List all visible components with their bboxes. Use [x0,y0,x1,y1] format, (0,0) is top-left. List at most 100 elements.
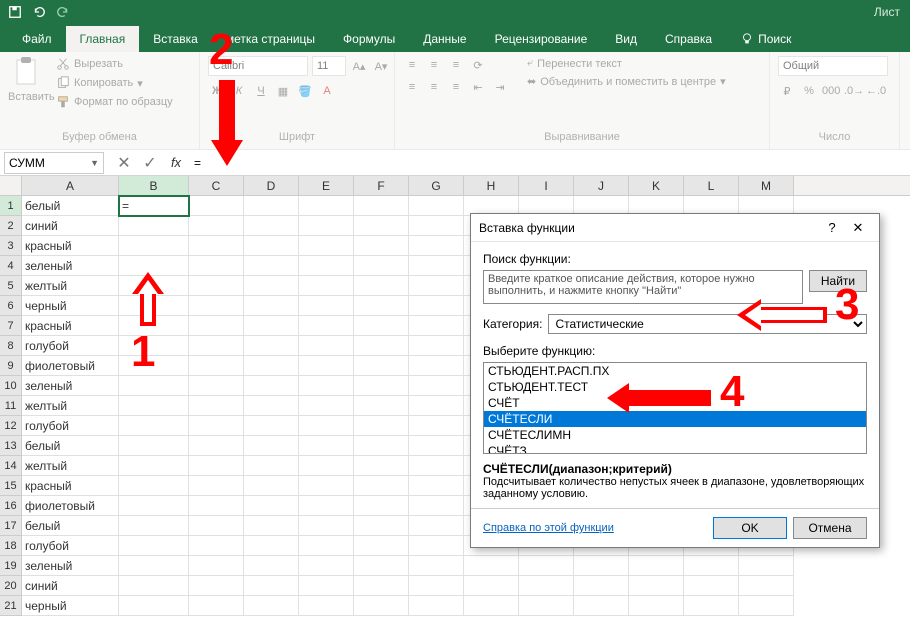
cell[interactable] [244,256,299,276]
column-header[interactable]: J [574,176,629,195]
cell[interactable] [299,436,354,456]
cell[interactable] [354,576,409,596]
cell[interactable] [409,476,464,496]
column-header[interactable]: E [299,176,354,195]
cell[interactable] [189,596,244,616]
tab-pagelayout[interactable]: метка страницы [212,26,329,52]
decrease-font-button[interactable]: A▾ [372,57,390,75]
percent-button[interactable]: % [800,82,818,100]
cell[interactable] [409,236,464,256]
row-header[interactable]: 4 [0,256,22,276]
cell[interactable] [244,216,299,236]
tab-view[interactable]: Вид [601,26,651,52]
cell[interactable] [119,556,189,576]
row-header[interactable]: 11 [0,396,22,416]
cell[interactable] [409,576,464,596]
cell[interactable] [119,516,189,536]
align-center-button[interactable]: ≡ [425,78,443,96]
cell[interactable] [409,556,464,576]
cell[interactable] [684,576,739,596]
cell[interactable] [739,556,794,576]
cell[interactable] [354,476,409,496]
cell[interactable] [244,336,299,356]
function-list[interactable]: СТЬЮДЕНТ.РАСП.ПХСТЬЮДЕНТ.ТЕСТСЧЁТСЧЁТЕСЛ… [483,362,867,454]
cell[interactable] [299,556,354,576]
cell[interactable] [409,536,464,556]
cell[interactable] [354,236,409,256]
cell[interactable] [354,496,409,516]
cell[interactable]: фиолетовый [22,356,119,376]
cell[interactable] [354,216,409,236]
font-color-button[interactable]: A [318,82,336,100]
cell[interactable] [119,236,189,256]
cell[interactable] [189,476,244,496]
cell[interactable] [299,456,354,476]
thousands-button[interactable]: 000 [822,82,840,100]
cell[interactable] [409,216,464,236]
column-header[interactable]: G [409,176,464,195]
redo-button[interactable] [52,2,74,22]
increase-decimal-button[interactable]: .0→ [844,82,862,100]
cell[interactable] [574,596,629,616]
copy-button[interactable]: Копировать ▾ [54,75,175,91]
cell[interactable] [409,416,464,436]
cell[interactable]: голубой [22,416,119,436]
cell[interactable] [119,256,189,276]
function-list-item[interactable]: СЧЁТЗ [484,443,866,454]
column-header[interactable]: I [519,176,574,195]
cell[interactable] [189,436,244,456]
cell[interactable] [409,376,464,396]
cell[interactable] [464,556,519,576]
cell[interactable] [299,416,354,436]
cell[interactable] [189,516,244,536]
dialog-close-button[interactable]: ✕ [845,220,871,236]
cell[interactable] [189,236,244,256]
row-header[interactable]: 16 [0,496,22,516]
cell[interactable] [354,276,409,296]
increase-indent-button[interactable]: ⇥ [491,78,509,96]
cell[interactable] [299,356,354,376]
row-header[interactable]: 10 [0,376,22,396]
cell[interactable] [464,576,519,596]
orientation-button[interactable]: ⟳ [469,56,487,74]
column-header[interactable]: C [189,176,244,195]
cell[interactable] [354,296,409,316]
cell[interactable] [299,236,354,256]
name-box[interactable]: СУММ ▼ [4,152,104,174]
wrap-text-button[interactable]: ⤶ Перенести текст [525,56,728,71]
cell[interactable] [119,336,189,356]
row-header[interactable]: 19 [0,556,22,576]
function-list-item[interactable]: СТЬЮДЕНТ.ТЕСТ [484,379,866,395]
cell[interactable] [299,196,354,216]
function-list-item[interactable]: СЧЁТЕСЛИМН [484,427,866,443]
cell[interactable]: красный [22,476,119,496]
cell[interactable] [299,336,354,356]
cell[interactable]: фиолетовый [22,496,119,516]
underline-button[interactable]: Ч [252,82,270,100]
cell[interactable] [409,256,464,276]
row-header[interactable]: 18 [0,536,22,556]
cell[interactable] [574,576,629,596]
function-list-item[interactable]: СЧЁТ [484,395,866,411]
cell[interactable] [119,416,189,436]
cell[interactable] [244,276,299,296]
cell[interactable] [244,356,299,376]
row-header[interactable]: 21 [0,596,22,616]
align-right-button[interactable]: ≡ [447,78,465,96]
cell[interactable]: синий [22,216,119,236]
decrease-indent-button[interactable]: ⇤ [469,78,487,96]
formula-input[interactable] [188,152,910,174]
cell[interactable] [189,396,244,416]
tab-review[interactable]: Рецензирование [481,26,602,52]
cell[interactable] [299,376,354,396]
select-all-corner[interactable] [0,176,22,195]
cell[interactable]: голубой [22,536,119,556]
function-help-link[interactable]: Справка по этой функции [483,522,614,534]
cell[interactable] [244,236,299,256]
cell[interactable] [409,496,464,516]
cell[interactable] [189,216,244,236]
row-header[interactable]: 5 [0,276,22,296]
cell[interactable] [354,196,409,216]
cell[interactable] [519,596,574,616]
cell[interactable] [244,556,299,576]
